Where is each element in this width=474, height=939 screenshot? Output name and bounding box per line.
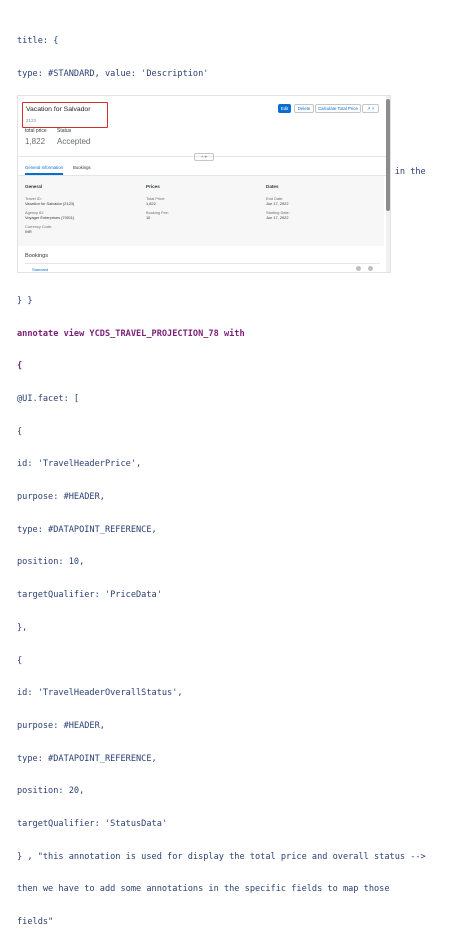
kpi-label-status: Status	[57, 128, 72, 134]
general-information-section	[18, 176, 384, 246]
bookings-table-item[interactable]: Standard	[32, 267, 48, 272]
object-subtitle-id: 2123	[26, 118, 37, 123]
code-line: title: {	[17, 35, 59, 46]
object-title: Vacation for Salvador	[26, 106, 91, 113]
section-heading-general: General	[25, 184, 43, 189]
code-line: type: #STANDARD, value: 'Description'	[17, 68, 209, 79]
more-icon[interactable]	[368, 266, 373, 271]
code-line: targetQualifier: 'StatusData'	[17, 819, 168, 830]
field-value: Jun 17, 2022	[266, 201, 289, 206]
code-line: purpose: #HEADER,	[17, 492, 105, 503]
field-value: 1,822	[146, 201, 156, 206]
section-heading-prices: Prices	[146, 184, 160, 189]
field-value: Vacation for Salvador (2123)	[25, 201, 75, 206]
code-block-bottom: } } annotate view YCDS_TRAVEL_PROJECTION…	[17, 274, 468, 939]
kpi-value-total-price: 1,822	[25, 137, 46, 146]
code-line: type: #DATAPOINT_REFERENCE,	[17, 524, 157, 535]
tab-bookings[interactable]: Bookings	[73, 165, 91, 170]
scrollbar-thumb[interactable]	[386, 99, 390, 211]
kpi-value-status: Accepted	[57, 137, 91, 146]
field-value: Jun 17, 2022	[266, 215, 289, 220]
collapse-header-icon[interactable]: ˄ ⌖	[194, 153, 214, 161]
code-line: then we have to add some annotations in …	[17, 884, 390, 895]
code-line: {	[17, 655, 23, 666]
tab-general-information[interactable]: General Information	[25, 165, 63, 170]
object-header-highlight: Vacation for Salvador 2123	[22, 102, 108, 128]
code-line-annotate-statement: annotate view YCDS_TRAVEL_PROJECTION_78 …	[17, 328, 245, 339]
embedded-object-page-screenshot: Vacation for Salvador 2123 Edit Delete C…	[17, 95, 391, 273]
field-value: INR	[25, 229, 32, 234]
code-line: type: #DATAPOINT_REFERENCE,	[17, 753, 157, 764]
divider	[25, 263, 380, 264]
edit-button[interactable]: Edit	[278, 104, 291, 113]
field-value: 10	[146, 215, 151, 220]
code-line: position: 10,	[17, 557, 85, 568]
code-line: id: 'TravelHeaderOverallStatus',	[17, 688, 183, 699]
code-line: id: 'TravelHeaderPrice',	[17, 459, 142, 470]
code-line: } }	[17, 295, 33, 306]
delete-button[interactable]: Delete	[294, 104, 314, 113]
field-value: Voyager Enterprises (70011)	[25, 215, 75, 220]
code-line: position: 20,	[17, 786, 85, 797]
settings-icon[interactable]	[356, 266, 361, 271]
code-line: targetQualifier: 'PriceData'	[17, 590, 162, 601]
code-line: },	[17, 622, 28, 633]
code-line: purpose: #HEADER,	[17, 720, 105, 731]
calculate-total-price-button[interactable]: Calculate Total Price	[315, 104, 361, 113]
code-line: @UI.facet: [	[17, 393, 80, 404]
kpi-label-total-price: total price	[25, 128, 47, 134]
code-line: {	[17, 426, 23, 437]
bookings-section-title: Bookings	[25, 253, 49, 259]
share-menu-button[interactable]: ↗ ˅	[362, 104, 379, 113]
section-heading-dates: Dates	[266, 184, 279, 189]
code-line: fields"	[17, 917, 54, 928]
code-line: } , "this annotation is used for display…	[17, 851, 426, 862]
code-line-open-brace: {	[17, 361, 23, 372]
